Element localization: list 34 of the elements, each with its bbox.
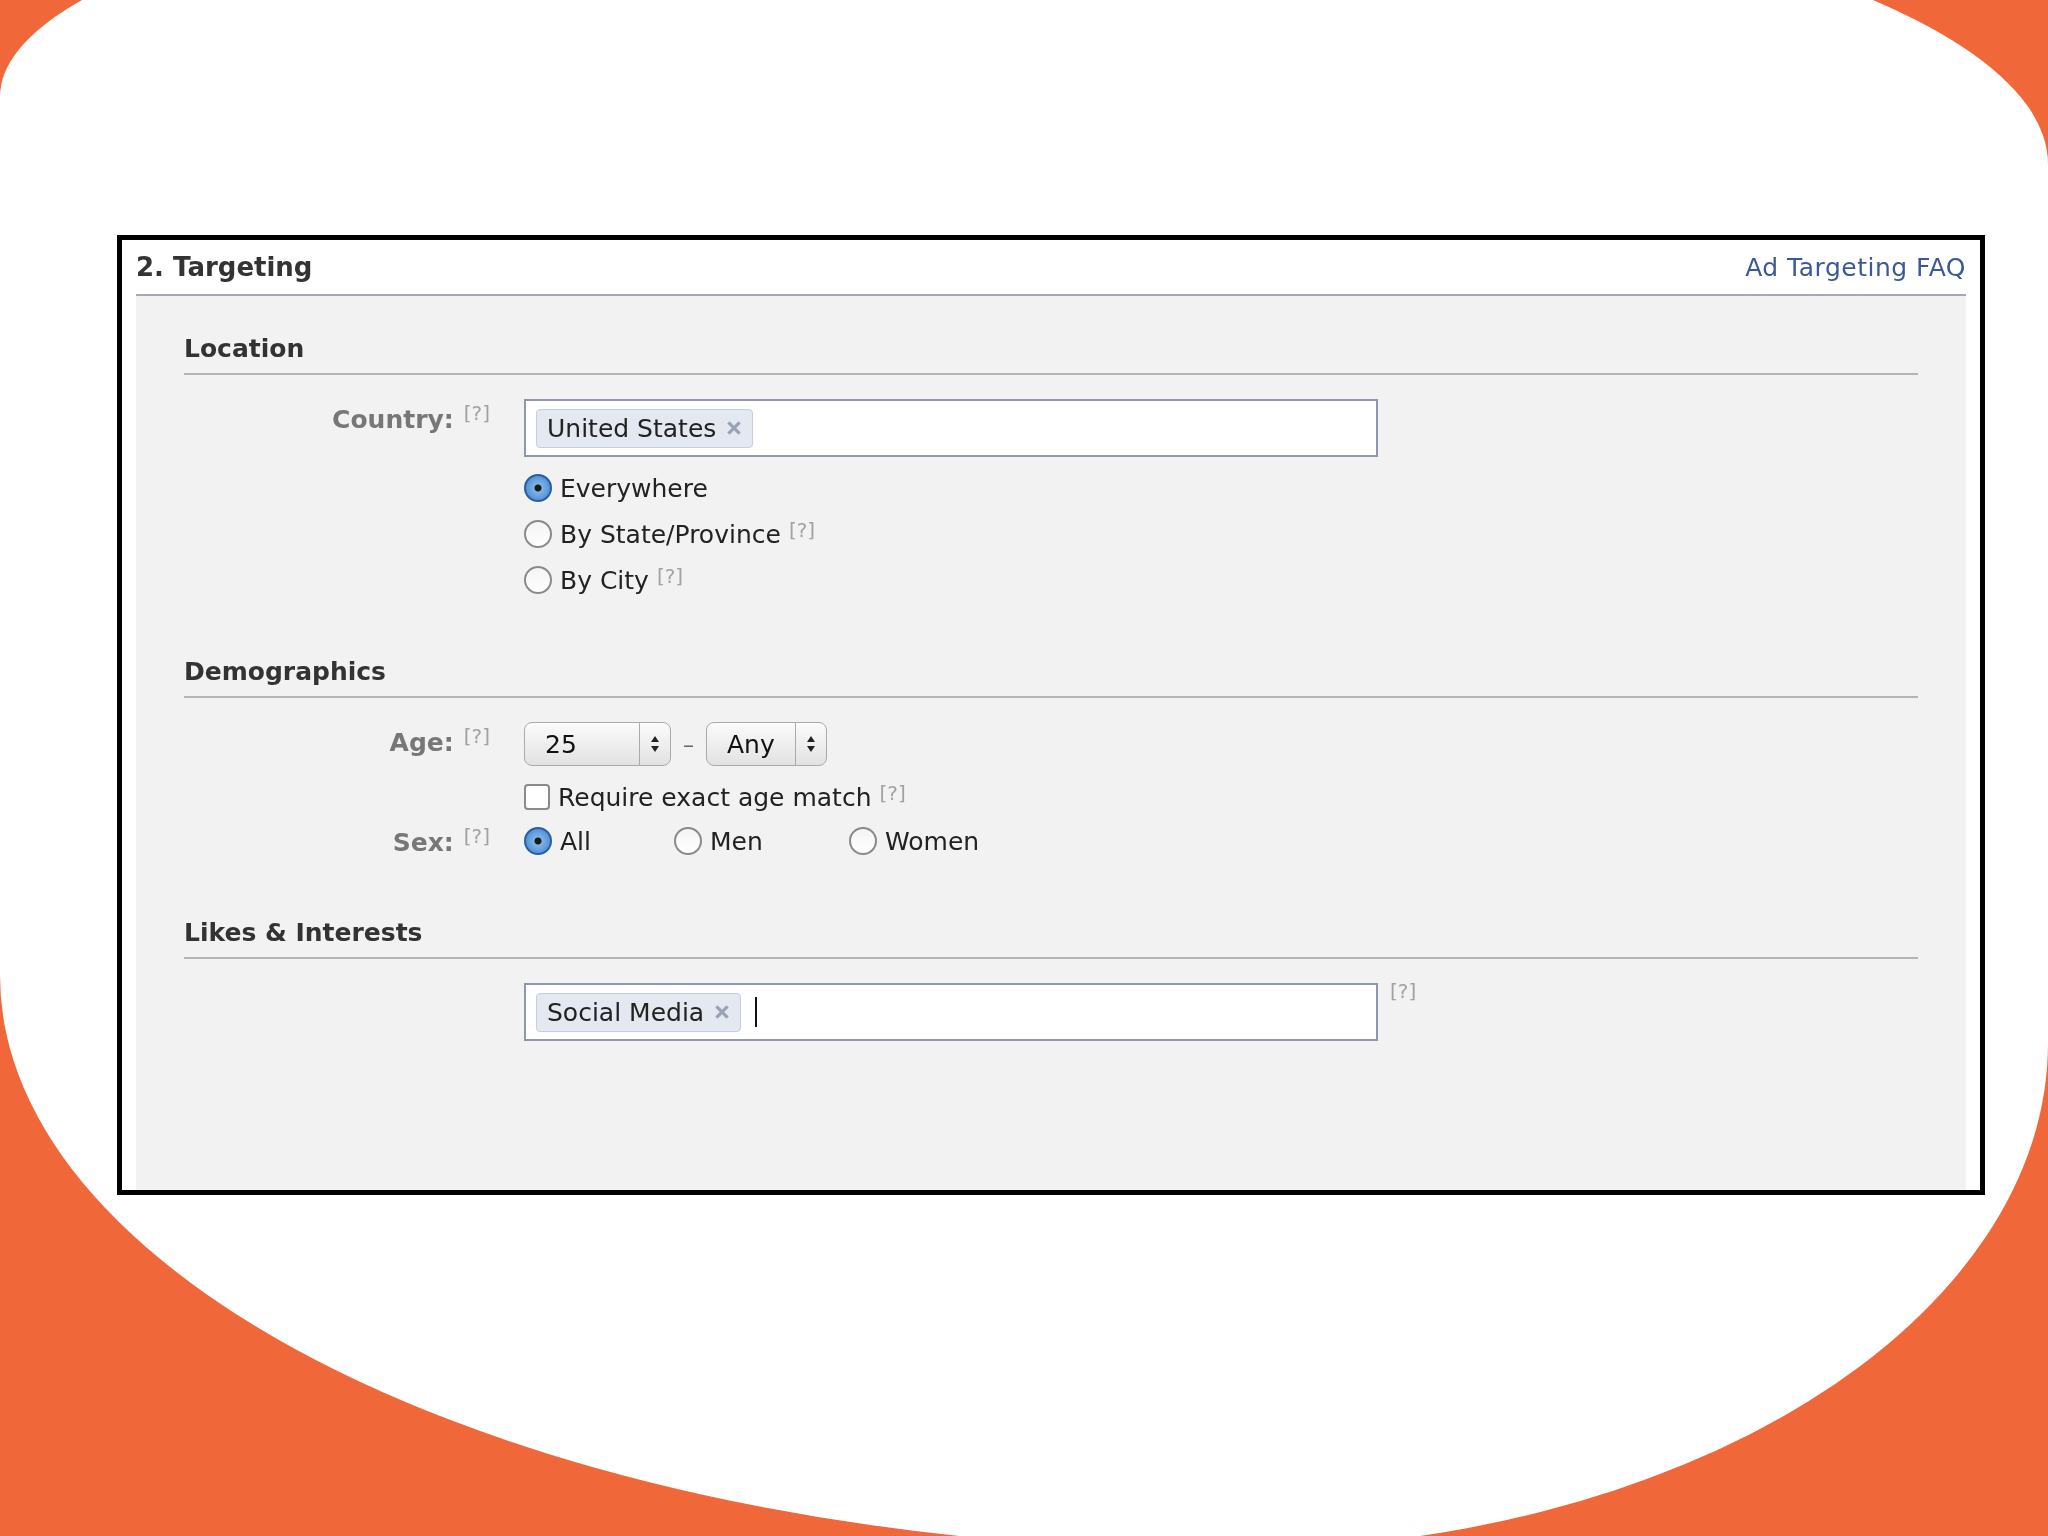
radio-label[interactable]: Men bbox=[710, 826, 763, 856]
faq-link[interactable]: Ad Targeting FAQ bbox=[1745, 252, 1966, 282]
token-chip[interactable]: Social Media bbox=[536, 992, 742, 1032]
field-label: Country: bbox=[332, 405, 454, 434]
radio-button[interactable] bbox=[524, 566, 552, 594]
radio-label[interactable]: By State/Province bbox=[560, 519, 781, 549]
section-heading: Location bbox=[184, 316, 1918, 375]
radio-label[interactable]: Everywhere bbox=[560, 473, 708, 503]
radio-label[interactable]: Women bbox=[885, 826, 980, 856]
updown-icon bbox=[650, 735, 660, 753]
section-heading: Demographics bbox=[184, 639, 1918, 698]
radio-label[interactable]: All bbox=[560, 826, 591, 856]
remove-icon[interactable] bbox=[726, 420, 743, 436]
field-label: Sex: bbox=[392, 828, 454, 857]
age-max-select[interactable]: Any bbox=[706, 722, 827, 766]
text-cursor bbox=[755, 997, 758, 1027]
updown-icon bbox=[805, 735, 816, 753]
radio-button[interactable] bbox=[524, 520, 552, 548]
country-field[interactable]: United States bbox=[524, 399, 1378, 457]
token-chip[interactable]: United States bbox=[536, 408, 754, 448]
remove-icon[interactable] bbox=[714, 1004, 731, 1020]
checkbox-label[interactable]: Require exact age match bbox=[558, 782, 872, 812]
age-min-select[interactable]: 25 bbox=[524, 722, 671, 766]
radio-label[interactable]: By City bbox=[560, 565, 649, 595]
section-title: 2. Targeting bbox=[136, 252, 313, 282]
checkbox[interactable] bbox=[524, 784, 550, 810]
radio-button[interactable] bbox=[524, 474, 552, 502]
range-separator: – bbox=[683, 731, 694, 757]
section-heading: Likes & Interests bbox=[184, 900, 1918, 959]
radio-button[interactable] bbox=[849, 827, 877, 855]
interests-field[interactable]: Social Media bbox=[524, 983, 1378, 1041]
radio-button[interactable] bbox=[524, 827, 552, 855]
field-label: Age: bbox=[389, 728, 454, 757]
radio-button[interactable] bbox=[674, 827, 702, 855]
